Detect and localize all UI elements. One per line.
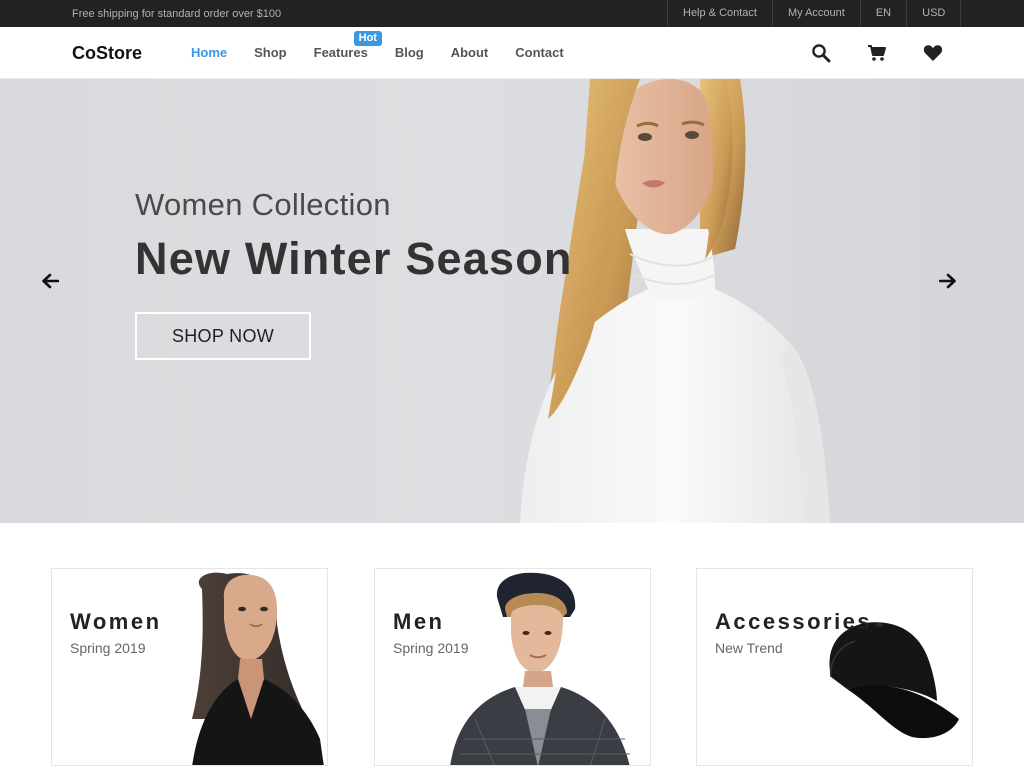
category-banner-men[interactable]: Men Spring 2019 bbox=[374, 568, 651, 766]
shipping-notice: Free shipping for standard order over $1… bbox=[72, 8, 282, 20]
nav-contact[interactable]: Contact bbox=[515, 27, 563, 79]
nav-home[interactable]: Home bbox=[191, 27, 227, 79]
logo[interactable]: CoStore bbox=[72, 43, 142, 64]
nav-about[interactable]: About bbox=[451, 27, 489, 79]
category-subtitle: Spring 2019 bbox=[393, 640, 469, 656]
main-nav: Home Shop Features Hot Blog About Contac… bbox=[191, 27, 591, 79]
category-subtitle: Spring 2019 bbox=[70, 640, 146, 656]
hot-badge: Hot bbox=[353, 31, 382, 46]
category-banner-accessories[interactable]: Accessories New Trend bbox=[696, 568, 973, 766]
category-title: Women bbox=[70, 609, 162, 634]
my-account-link[interactable]: My Account bbox=[771, 0, 860, 27]
slider-prev-button[interactable] bbox=[38, 269, 62, 293]
hero-slider: Women Collection New Winter Season SHOP … bbox=[0, 79, 1024, 523]
header-icons bbox=[808, 40, 976, 66]
nav-blog[interactable]: Blog bbox=[395, 27, 424, 79]
shop-now-button[interactable]: SHOP NOW bbox=[135, 312, 311, 360]
top-links: Help & Contact My Account EN USD bbox=[667, 0, 962, 27]
category-subtitle: New Trend bbox=[715, 640, 783, 656]
women-category-image bbox=[192, 572, 324, 765]
help-contact-link[interactable]: Help & Contact bbox=[667, 0, 772, 27]
category-banner-women[interactable]: Women Spring 2019 bbox=[51, 568, 328, 766]
currency-selector[interactable]: USD bbox=[906, 0, 962, 27]
category-title: Accessories bbox=[715, 609, 873, 634]
main-header: CoStore Home Shop Features Hot Blog Abou… bbox=[0, 27, 1024, 79]
accessories-category-image bbox=[829, 622, 959, 739]
nav-shop[interactable]: Shop bbox=[254, 27, 287, 79]
men-category-image bbox=[450, 572, 630, 765]
heart-icon[interactable] bbox=[920, 40, 946, 66]
slider-next-button[interactable] bbox=[936, 269, 960, 293]
hero-subtitle: Women Collection bbox=[135, 187, 391, 222]
hero-title: New Winter Season bbox=[135, 233, 573, 284]
top-bar: Free shipping for standard order over $1… bbox=[0, 0, 1024, 27]
hero-model-image bbox=[520, 79, 830, 523]
search-icon[interactable] bbox=[808, 40, 834, 66]
nav-features-label: Features bbox=[313, 45, 368, 60]
category-title: Men bbox=[393, 609, 445, 634]
cart-icon[interactable] bbox=[864, 40, 890, 66]
language-selector[interactable]: EN bbox=[859, 0, 906, 27]
nav-features[interactable]: Features Hot bbox=[313, 27, 382, 79]
